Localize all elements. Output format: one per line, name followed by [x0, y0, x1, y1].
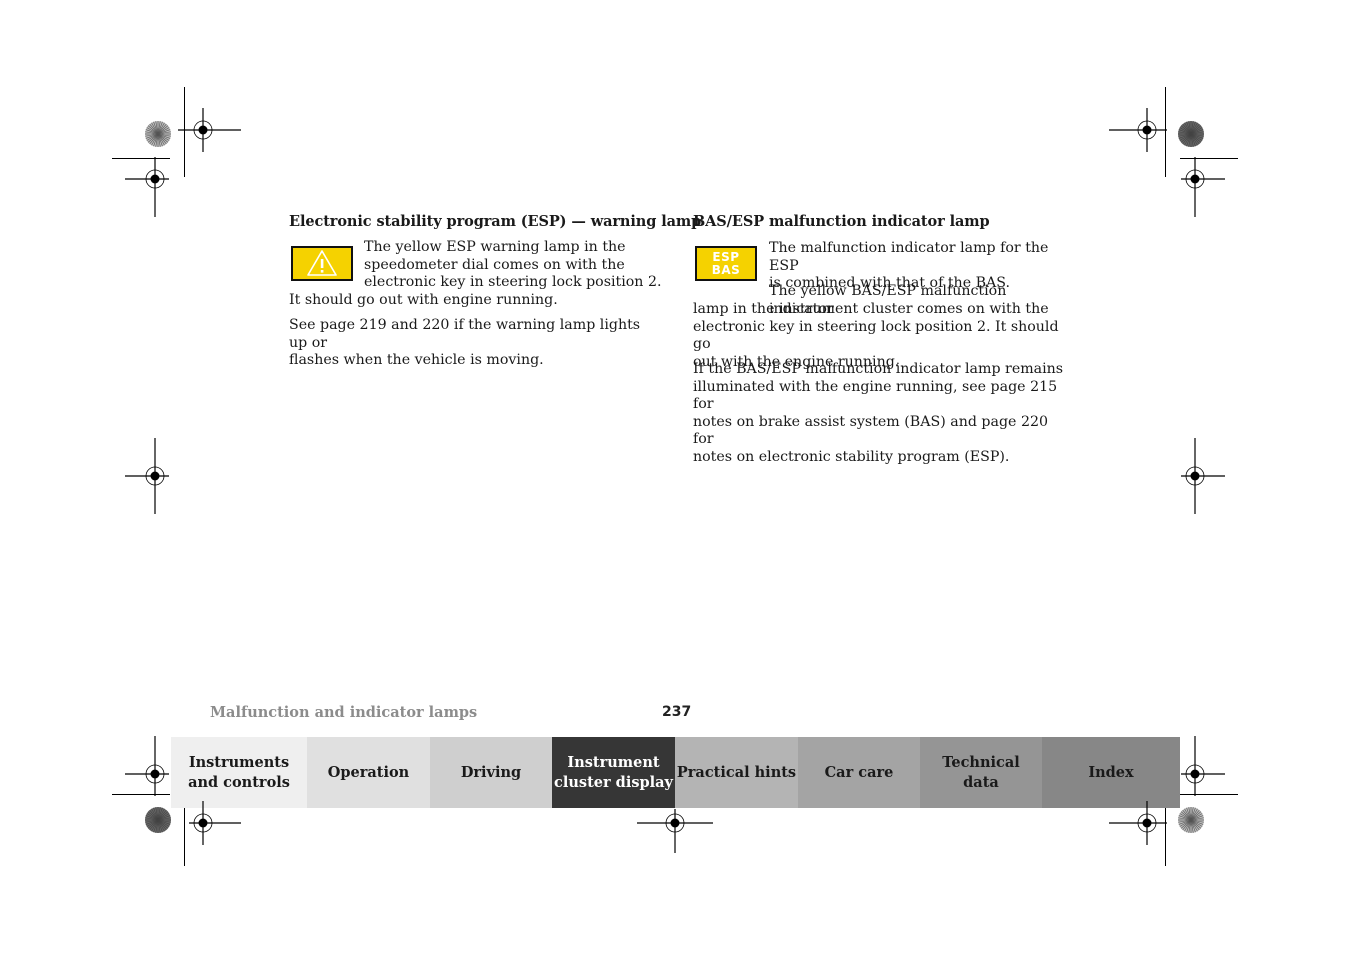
registration-mark-icon [189, 801, 241, 845]
tab-label: Index [1088, 763, 1134, 781]
esp-text-line: The yellow ESP warning lamp in the [364, 239, 626, 255]
registration-mark-icon [125, 438, 169, 514]
page-number: 237 [662, 704, 692, 720]
bas-paragraph-line: notes on electronic stability program (E… [693, 448, 1010, 465]
esp-text-line: speedometer dial comes on with the [364, 256, 625, 273]
tab-index[interactable]: Index [1042, 737, 1180, 808]
tab-label: Technical [942, 753, 1020, 771]
tab-label: data [963, 773, 999, 791]
registration-mark-icon [125, 736, 169, 796]
esp-paragraph-line: See page 219 and 220 if the warning lamp… [289, 317, 641, 351]
bas-paragraph-line: lamp in the instrument cluster comes on … [693, 301, 1049, 317]
tab-label: Instrument [567, 753, 660, 771]
tab-technical-data[interactable]: Technical data [920, 737, 1042, 808]
chapter-nav-bar: Instruments and controls Operation Drivin… [171, 737, 1180, 808]
bas-paragraph-line: If the BAS/ESP malfunction indicator lam… [693, 361, 1064, 377]
esp-text-line: electronic key in steering lock position… [364, 274, 662, 291]
registration-mark-icon [1109, 801, 1167, 845]
tab-label: Instruments [188, 753, 290, 771]
crop-line [112, 794, 170, 796]
registration-mark-icon [178, 108, 241, 152]
tab-label: cluster display [554, 773, 673, 791]
registration-mark-icon [1109, 108, 1167, 152]
esp-warning-lamp-heading: Electronic stability program (ESP) — war… [289, 213, 702, 230]
registration-mark-icon [1181, 736, 1225, 796]
tab-practical-hints[interactable]: Practical hints [675, 737, 798, 808]
tab-instruments-and-controls[interactable]: Instruments and controls [171, 737, 307, 808]
lamp-label-bas: BAS [711, 263, 741, 277]
bas-paragraph-line: notes on brake assist system (BAS) and p… [693, 413, 1049, 448]
footer-section-title: Malfunction and indicator lamps [210, 704, 478, 721]
registration-mark-icon [637, 809, 713, 853]
tab-driving[interactable]: Driving [430, 737, 552, 808]
registration-mark-icon [125, 157, 169, 217]
color-target-icon [1178, 121, 1204, 147]
tab-instrument-cluster-display[interactable]: Instrument cluster display [552, 737, 675, 808]
esp-bas-lamp-icon: ESP BAS [695, 246, 757, 281]
tab-label: Practical hints [676, 763, 797, 781]
esp-paragraph-line: flashes when the vehicle is moving. [289, 352, 544, 369]
crop-line [184, 808, 186, 866]
bas-paragraph-line: electronic key in steering lock position… [693, 318, 1059, 353]
tab-label: Car care [824, 763, 894, 781]
color-target-icon [1178, 807, 1204, 833]
bas-paragraph-line: illuminated with the engine running, see… [693, 378, 1058, 413]
color-target-icon [145, 121, 171, 147]
crop-line [1180, 794, 1238, 796]
bas-esp-lamp-heading: BAS/ESP malfunction indicator lamp [693, 213, 990, 230]
tab-car-care[interactable]: Car care [798, 737, 920, 808]
esp-text-line: It should go out with engine running. [289, 292, 558, 308]
registration-mark-icon [1181, 157, 1225, 217]
tab-label: and controls [188, 773, 290, 791]
tab-label: Operation [327, 763, 410, 781]
bas-text-line: The malfunction indicator lamp for the E… [769, 240, 1049, 274]
warning-triangle-icon [291, 246, 353, 281]
tab-operation[interactable]: Operation [307, 737, 430, 808]
registration-mark-icon [1181, 438, 1225, 514]
color-target-icon [145, 807, 171, 833]
tab-label: Driving [460, 763, 522, 781]
